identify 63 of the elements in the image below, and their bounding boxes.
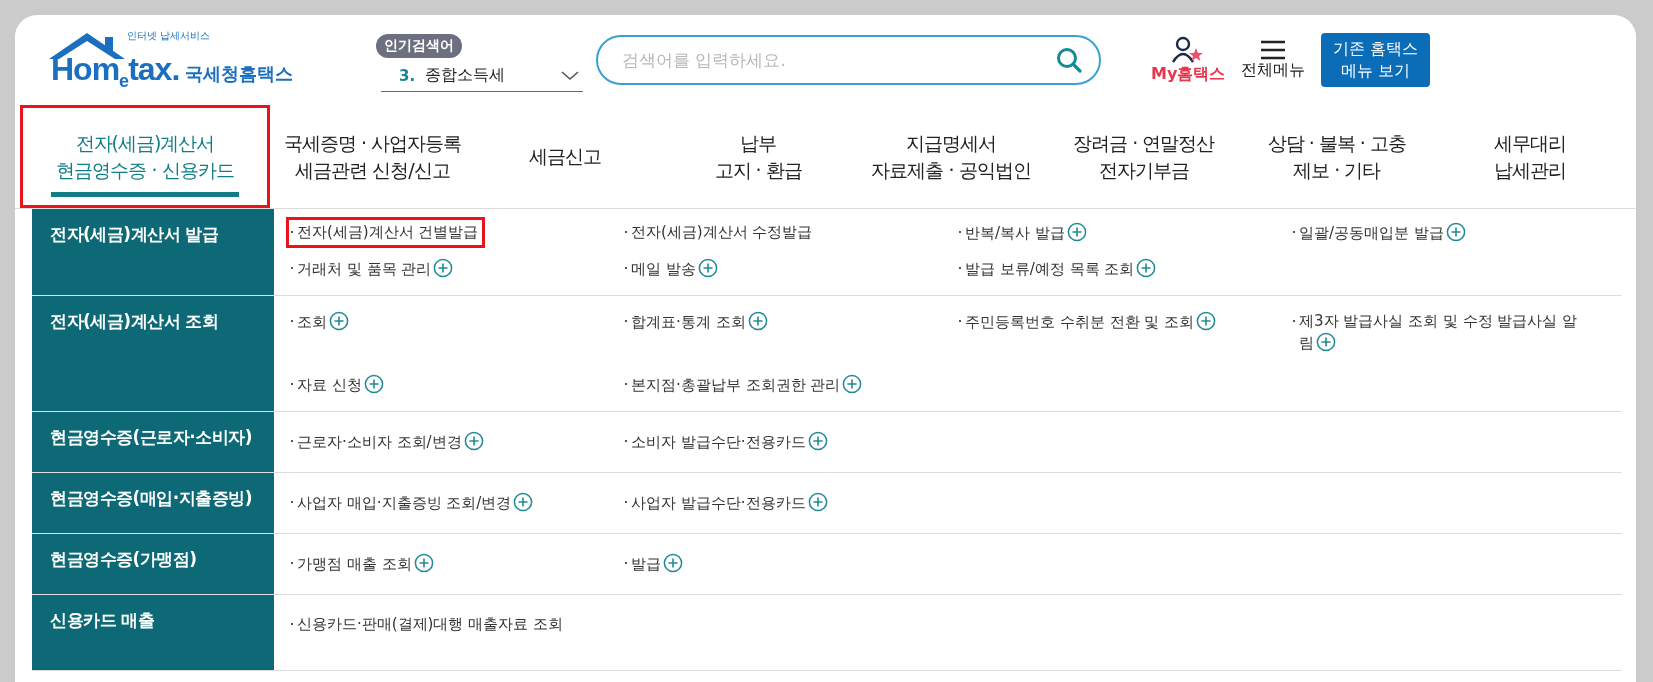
search-icon[interactable] bbox=[1055, 46, 1083, 74]
menu-link[interactable]: 사업자 발급수단·전용카드 bbox=[620, 487, 835, 519]
menu-link[interactable]: 반복/복사 발급 bbox=[954, 217, 1094, 249]
menu-link[interactable]: 자료 신청 bbox=[286, 369, 391, 401]
menu-link[interactable]: 합계표·통계 조회 bbox=[620, 306, 775, 338]
menu-link[interactable]: 본지점·총괄납부 조회권한 관리 bbox=[620, 369, 870, 401]
plus-circle-icon[interactable] bbox=[463, 431, 484, 451]
menu-link[interactable]: 가맹점 매출 조회 bbox=[286, 548, 441, 580]
search-field[interactable]: 검색어를 입력하세요. bbox=[596, 35, 1101, 85]
menu-link[interactable]: 근로자·소비자 조회/변경 bbox=[286, 426, 491, 458]
menu-category: 전자(세금)계산서 발급 bbox=[32, 209, 274, 295]
classic-menu-button[interactable]: 기존 홈택스 메뉴 보기 bbox=[1321, 33, 1431, 87]
plus-circle-icon[interactable] bbox=[1445, 222, 1466, 242]
plus-circle-icon[interactable] bbox=[1196, 311, 1217, 331]
plus-circle-icon[interactable] bbox=[663, 553, 683, 573]
menu-link[interactable]: 일괄/공동매입분 발급 bbox=[1288, 217, 1473, 249]
nav-tab[interactable]: 장려금 · 연말정산 전자기부금 bbox=[1047, 105, 1241, 208]
menu-category: 신용카드 매출 bbox=[32, 595, 274, 670]
plus-circle-icon[interactable] bbox=[513, 492, 534, 512]
plus-circle-icon[interactable] bbox=[842, 374, 863, 394]
menu-link[interactable]: 메일 발송 bbox=[620, 253, 725, 285]
nav-tab[interactable]: 세금신고 bbox=[468, 105, 662, 208]
plus-circle-icon[interactable] bbox=[807, 431, 828, 451]
nav-tab[interactable]: 전자(세금)계산서 현금영수증 · 신용카드 bbox=[20, 105, 270, 208]
plus-circle-icon[interactable] bbox=[1136, 258, 1157, 278]
plus-circle-icon[interactable] bbox=[747, 311, 768, 331]
menu-link[interactable]: 소비자 발급수단·전용카드 bbox=[620, 426, 835, 458]
menu-category: 전자(세금)계산서 조회 bbox=[32, 296, 274, 411]
plus-circle-icon[interactable] bbox=[1066, 222, 1087, 242]
menu-category: 현금영수증(매입·지출증빙) bbox=[32, 473, 274, 533]
my-hometax-button[interactable]: My홈택스 bbox=[1151, 35, 1226, 85]
menu-link[interactable]: 조회 bbox=[286, 306, 356, 338]
menu-link[interactable]: 신용카드·판매(결제)대행 매출자료 조회 bbox=[286, 609, 570, 640]
plus-circle-icon[interactable] bbox=[1316, 332, 1336, 352]
all-menu-button[interactable]: 전체메뉴 bbox=[1241, 39, 1306, 81]
menu-link[interactable]: 전자(세금)계산서 수정발급 bbox=[620, 217, 820, 248]
menu-link[interactable]: 발급 보류/예정 목록 조회 bbox=[954, 253, 1164, 285]
menu-link[interactable]: 거래처 및 품목 관리 bbox=[286, 253, 461, 285]
plus-circle-icon[interactable] bbox=[329, 311, 349, 331]
menu-icon bbox=[1260, 39, 1287, 60]
nav-tab[interactable]: 납부 고지 · 환급 bbox=[661, 105, 855, 208]
plus-circle-icon[interactable] bbox=[363, 374, 384, 394]
plus-circle-icon[interactable] bbox=[697, 258, 718, 278]
popular-search-badge: 인기검색어 bbox=[376, 34, 462, 58]
menu-link[interactable]: 발급 bbox=[620, 548, 690, 580]
menu-link[interactable]: 사업자 매입·지출증빙 조회/변경 bbox=[286, 487, 541, 519]
logo-name: 국세청홈택스 bbox=[185, 62, 294, 86]
nav-tab[interactable]: 국세증명 · 사업자등록 세금관련 신청/신고 bbox=[276, 105, 469, 208]
menu-category: 현금영수증(가맹점) bbox=[32, 534, 274, 594]
nav-tab[interactable]: 세무대리 납세관리 bbox=[1433, 105, 1626, 208]
plus-circle-icon[interactable] bbox=[413, 553, 434, 573]
logo-wordmark: Hom$_{e}$tax. bbox=[51, 51, 180, 93]
menu-link[interactable]: 제3자 발급사실 조회 및 수정 발급사실 알림 bbox=[1288, 306, 1596, 359]
menu-link[interactable]: 전자(세금)계산서 건별발급 bbox=[286, 217, 486, 248]
menu-category: 현금영수증(근로자·소비자) bbox=[32, 412, 274, 472]
plus-circle-icon[interactable] bbox=[807, 492, 828, 512]
nav-tab[interactable]: 지급명세서 자료제출 · 공익법인 bbox=[854, 105, 1048, 208]
menu-link[interactable]: 주민등록번호 수취분 전환 및 조회 bbox=[954, 306, 1224, 338]
popular-search-dropdown[interactable]: 3. 종합소득세 bbox=[381, 60, 583, 92]
chevron-down-icon bbox=[561, 70, 579, 81]
plus-circle-icon[interactable] bbox=[433, 258, 454, 278]
nav-tab[interactable]: 상담 · 불복 · 고충 제보 · 기타 bbox=[1240, 105, 1434, 208]
logo-tagline: 인터넷 납세서비스 bbox=[127, 29, 211, 43]
